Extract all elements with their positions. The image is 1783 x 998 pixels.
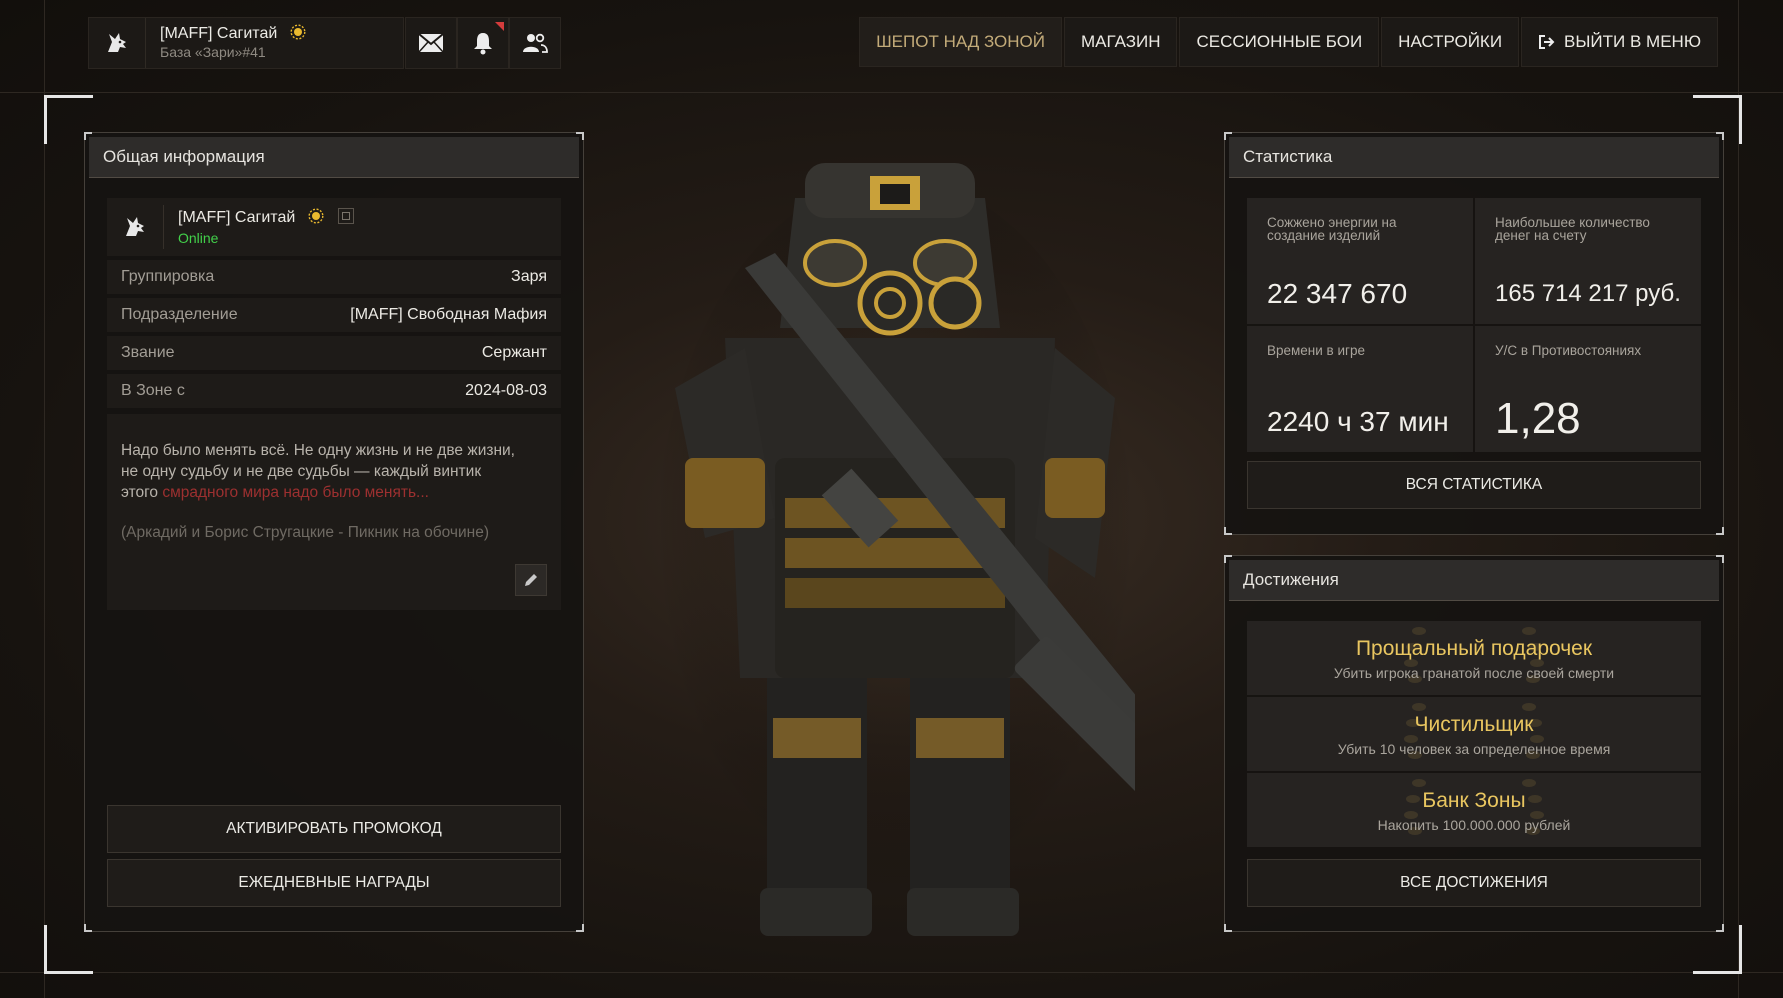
stat-label: Наибольшее количество денег на счету (1495, 215, 1650, 243)
stat-value: 165 714 217 руб. (1495, 280, 1681, 307)
quote-line-3-faded: смрадного мира надо было менять... (162, 484, 429, 501)
panel-tick (1716, 555, 1724, 563)
stat-kd-ratio: У/С в Противостояниях 1,28 (1475, 326, 1701, 452)
stat-value: 2240 ч 37 мин (1267, 406, 1449, 437)
statistics-panel: Статистика Сожжено энергии на создание и… (1224, 132, 1724, 535)
info-row-faction: Группировка Заря (107, 260, 561, 294)
statistics-title: Статистика (1229, 137, 1719, 178)
friends-button[interactable] (509, 17, 561, 69)
all-achievements-button[interactable]: ВСЕ ДОСТИЖЕНИЯ (1247, 859, 1701, 907)
corner-bracket-bl (44, 925, 93, 974)
quote-line-2: не одну судьбу и не две судьбы — каждый … (121, 463, 482, 480)
panel-tick (1224, 527, 1232, 535)
nav-session-battles[interactable]: СЕССИОННЫЕ БОИ (1179, 17, 1380, 67)
achievements-panel: Достижения Прощальный подарочек Убить иг… (1224, 555, 1724, 932)
general-info-title: Общая информация (89, 137, 579, 178)
header-divider (0, 92, 1783, 93)
stat-label: Сожжено энергии на создание изделий (1267, 215, 1397, 243)
friends-icon (523, 33, 548, 53)
info-row-rank: Звание Сержант (107, 336, 561, 370)
panel-tick (84, 132, 92, 140)
info-value: [MAFF] Свободная Мафия (350, 306, 547, 323)
frame-line-left (44, 0, 45, 998)
info-label: Подразделение (121, 306, 238, 323)
panel-tick (1224, 132, 1232, 140)
stat-playtime: Времени в игре 2240 ч 37 мин (1247, 326, 1473, 452)
frame-line-right (1738, 0, 1739, 998)
info-value: 2024-08-03 (465, 382, 547, 399)
panel-tick (1224, 924, 1232, 932)
nav-whisper-over-zone[interactable]: ШЕПОТ НАД ЗОНОЙ (859, 17, 1062, 67)
stat-value: 22 347 670 (1267, 278, 1408, 309)
info-value: Сержант (481, 344, 547, 361)
quote-line-1: Надо было менять всё. Не одну жизнь и не… (121, 442, 515, 459)
profile-bar[interactable]: [MAFF] Сагитай База «Зари»#41 (88, 17, 404, 69)
panel-tick (1716, 924, 1724, 932)
mail-icon (418, 33, 444, 53)
general-info-panel: Общая информация [MAFF] Сагитай Online Г… (84, 132, 584, 932)
stat-max-money: Наибольшее количество денег на счету 165… (1475, 198, 1701, 324)
quote-line-3-start: этого (121, 484, 163, 501)
pencil-icon (525, 574, 537, 586)
stat-label: Времени в игре (1267, 343, 1365, 358)
achievement-desc: Убить игрока гранатой после своей смерти (1333, 665, 1615, 681)
nav-exit-label: ВЫЙТИ В МЕНЮ (1564, 32, 1701, 51)
all-stats-button[interactable]: ВСЯ СТАТИСТИКА (1247, 461, 1701, 509)
info-label: В Зоне с (121, 382, 185, 399)
main-nav: ШЕПОТ НАД ЗОНОЙ МАГАЗИН СЕССИОННЫЕ БОИ Н… (859, 17, 1718, 67)
panel-tick (1224, 555, 1232, 563)
panel-tick (1716, 527, 1724, 535)
quote-author: (Аркадий и Борис Стругацкие - Пикник на … (121, 524, 489, 541)
stat-energy: Сожжено энергии на создание изделий 22 3… (1247, 198, 1473, 324)
footer-divider (0, 972, 1783, 973)
achievement-title: Прощальный подарочек (1355, 637, 1593, 660)
achievement-title: Банк Зоны (1422, 789, 1526, 812)
user-avatar (107, 205, 164, 249)
mail-button[interactable] (405, 17, 457, 69)
exit-icon (1539, 35, 1555, 49)
character-model (655, 163, 1135, 938)
player-base: База «Зари»#41 (160, 44, 266, 61)
panel-tick (84, 924, 92, 932)
faction-avatar (89, 18, 146, 68)
online-status: Online (178, 230, 219, 246)
info-label: Звание (121, 344, 175, 361)
achievement-title: Чистильщик (1414, 713, 1534, 736)
panel-tick (1716, 132, 1724, 140)
wolf-icon (126, 217, 144, 236)
info-row-since: В Зоне с 2024-08-03 (107, 374, 561, 408)
panel-tick (576, 924, 584, 932)
player-name: [MAFF] Сагитай (160, 25, 278, 43)
notifications-button[interactable] (457, 17, 509, 69)
achievement-desc: Убить 10 человек за определенное время (1337, 741, 1611, 757)
notification-badge (495, 22, 504, 31)
bell-icon (474, 33, 492, 55)
nav-exit-menu[interactable]: ВЫЙТИ В МЕНЮ (1521, 17, 1718, 67)
nav-settings[interactable]: НАСТРОЙКИ (1381, 17, 1520, 67)
info-value: Заря (511, 268, 547, 285)
info-row-unit: Подразделение [MAFF] Свободная Мафия (107, 298, 561, 332)
quote-line-3: этого смрадного мира надо было менять... (121, 482, 547, 503)
nav-shop[interactable]: МАГАЗИН (1064, 17, 1178, 67)
activate-promo-button[interactable]: АКТИВИРОВАТЬ ПРОМОКОД (107, 805, 561, 853)
rank-sun-icon (290, 24, 306, 40)
achievement-item[interactable]: Чистильщик Убить 10 человек за определен… (1247, 697, 1701, 771)
edit-bio-button[interactable] (515, 564, 547, 596)
stat-value: 1,28 (1495, 394, 1581, 443)
user-card: [MAFF] Сагитай Online (107, 198, 561, 256)
achievement-item[interactable]: Прощальный подарочек Убить игрока гранат… (1247, 621, 1701, 695)
achievement-item[interactable]: Банк Зоны Накопить 100.000.000 рублей (1247, 773, 1701, 847)
info-label: Группировка (121, 268, 215, 285)
daily-rewards-button[interactable]: ЕЖЕДНЕВНЫЕ НАГРАДЫ (107, 859, 561, 907)
wolf-icon (108, 33, 126, 52)
bio-quote-box: Надо было менять всё. Не одну жизнь и не… (107, 414, 561, 610)
corner-bracket-br (1693, 925, 1742, 974)
user-card-name: [MAFF] Сагитай (178, 209, 296, 226)
stat-label: У/С в Противостояниях (1495, 343, 1642, 358)
achievements-title: Достижения (1229, 560, 1719, 601)
copy-name-icon[interactable] (338, 208, 355, 224)
rank-sun-icon (308, 208, 324, 224)
panel-tick (576, 132, 584, 140)
achievement-desc: Накопить 100.000.000 рублей (1377, 817, 1571, 833)
